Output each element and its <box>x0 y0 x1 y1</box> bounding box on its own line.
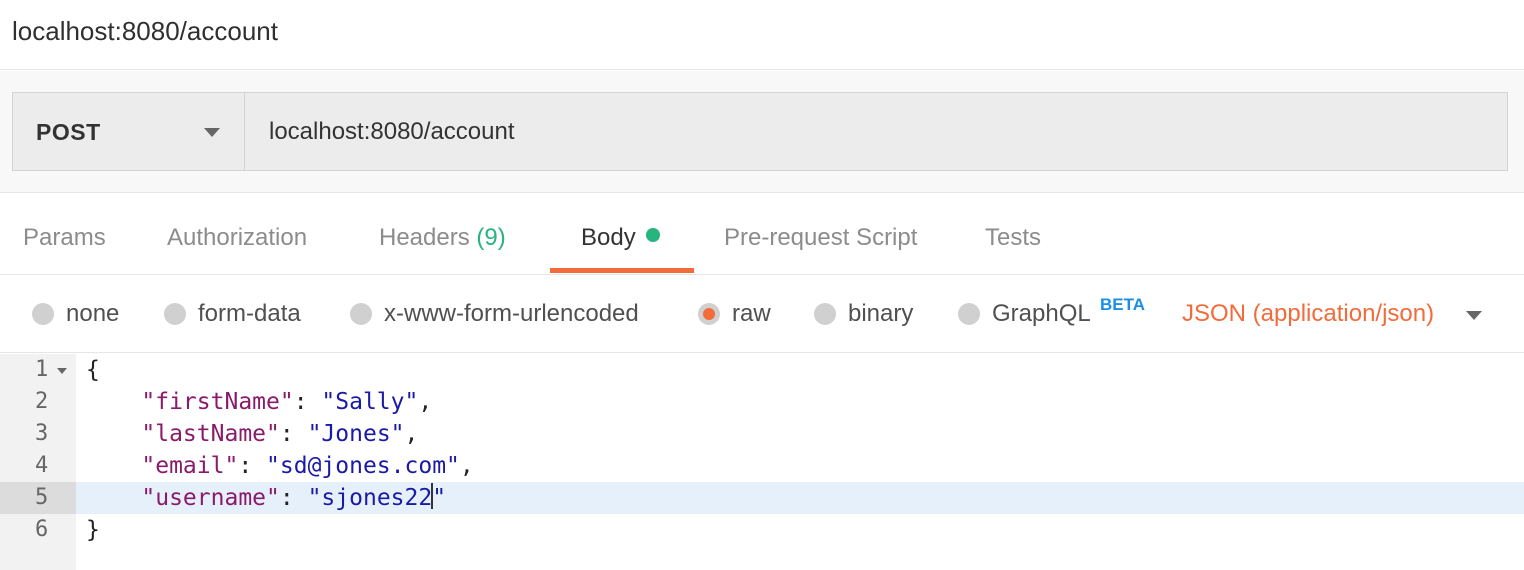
body-type-raw-label: raw <box>732 300 771 327</box>
radio-button[interactable] <box>32 303 54 325</box>
code-line-active[interactable]: 5 "username": "sjones22" <box>0 482 1524 514</box>
json-key: "email" <box>141 453 239 479</box>
tab-headers-label: Headers <box>379 224 470 251</box>
radio-button[interactable] <box>350 303 372 325</box>
url-input[interactable] <box>246 93 1506 170</box>
json-key: "username" <box>141 485 280 511</box>
content-type-select[interactable]: JSON (application/json) <box>1182 300 1434 328</box>
tab-params[interactable]: Params <box>23 194 106 274</box>
tab-authorization[interactable]: Authorization <box>167 194 307 274</box>
body-code-editor[interactable]: 1 { 2 "firstName": "Sally", 3 "lastName"… <box>0 354 1524 570</box>
body-type-none-label: none <box>66 300 120 327</box>
json-string: "sd@jones.com" <box>266 453 460 479</box>
active-tab-underline <box>550 268 694 273</box>
json-string: " <box>432 485 447 511</box>
code-line[interactable]: 3 "lastName": "Jones", <box>0 418 1524 450</box>
tab-tests[interactable]: Tests <box>985 194 1041 274</box>
code-line[interactable]: 1 { <box>0 354 1524 386</box>
json-brace: } <box>86 517 100 543</box>
json-brace: { <box>86 357 100 383</box>
json-punct: , <box>404 421 419 447</box>
line-number: 2 <box>35 389 49 414</box>
line-number: 3 <box>35 421 49 446</box>
json-key: "firstName" <box>141 389 294 415</box>
fold-arrow-icon[interactable] <box>57 368 67 374</box>
body-type-binary-label: binary <box>848 300 914 327</box>
request-tabs: Params Authorization Headers (9) Body Pr… <box>0 194 1524 275</box>
request-title: localhost:8080/account <box>12 16 278 46</box>
json-key: "lastName" <box>141 421 280 447</box>
radio-button[interactable] <box>958 303 980 325</box>
tab-headers[interactable]: Headers (9) <box>379 194 506 274</box>
json-string: "Sally" <box>321 389 419 415</box>
code-text: "lastName": "Jones", <box>141 421 419 447</box>
method-label: POST <box>36 119 101 145</box>
body-type-form-data-label: form-data <box>198 300 301 327</box>
line-number: 4 <box>35 453 49 478</box>
tab-tests-label: Tests <box>985 224 1042 251</box>
line-number: 6 <box>35 517 49 542</box>
tab-authorization-label: Authorization <box>167 224 308 251</box>
body-indicator-dot-icon <box>645 228 660 242</box>
body-type-graphql-label: GraphQL <box>992 300 1091 327</box>
radio-button[interactable] <box>814 303 836 325</box>
json-punct: , <box>418 389 433 415</box>
code-text: "firstName": "Sally", <box>141 389 433 415</box>
headers-count-badge: (9) <box>476 224 506 251</box>
code-text: { <box>86 354 100 386</box>
method-select[interactable]: POST <box>13 93 245 170</box>
tab-pre-request-script[interactable]: Pre-request Script <box>724 194 917 274</box>
json-string: "Jones" <box>307 421 405 447</box>
code-text: "email": "sd@jones.com", <box>141 453 474 479</box>
code-line[interactable]: 4 "email": "sd@jones.com", <box>0 450 1524 482</box>
json-punct: , <box>459 453 474 479</box>
chevron-down-icon <box>204 128 220 137</box>
code-text: } <box>86 514 100 546</box>
tab-body-label: Body <box>581 224 636 251</box>
request-title-bar: localhost:8080/account <box>0 0 1524 70</box>
radio-button-selected[interactable] <box>698 303 720 325</box>
radio-button[interactable] <box>164 303 186 325</box>
chevron-down-icon[interactable] <box>1466 311 1482 320</box>
tab-pre-request-script-label: Pre-request Script <box>724 224 918 251</box>
line-number: 5 <box>0 482 76 514</box>
code-line[interactable]: 2 "firstName": "Sally", <box>0 386 1524 418</box>
graphql-beta-badge: BETA <box>1100 295 1146 314</box>
code-line[interactable]: 6 } <box>0 514 1524 546</box>
body-type-urlencoded-label: x-www-form-urlencoded <box>384 300 639 327</box>
request-panel: POST <box>0 71 1524 193</box>
tab-body[interactable]: Body <box>581 194 660 274</box>
code-text: "username": "sjones22" <box>141 483 447 511</box>
tab-params-label: Params <box>23 224 106 251</box>
request-bar: POST <box>12 92 1508 171</box>
json-string: "sjones22 <box>307 485 433 511</box>
